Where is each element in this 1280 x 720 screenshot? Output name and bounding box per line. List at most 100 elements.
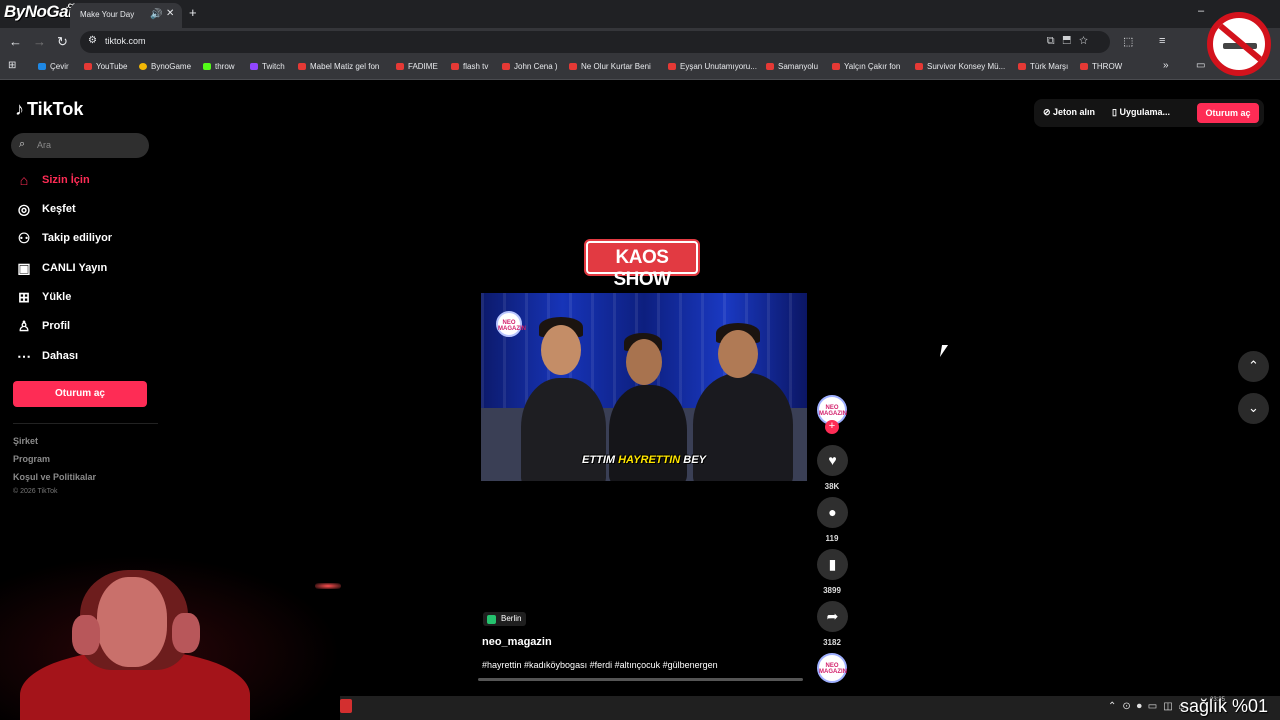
get-app-button[interactable]: ▯ Uygulama... (1112, 107, 1170, 118)
get-coins-button[interactable]: ⊘ Jeton alın (1043, 107, 1095, 118)
bookmark-item[interactable]: YouTube (84, 62, 127, 71)
bookmark-item[interactable]: flash tv (451, 62, 488, 71)
compass-icon: ◎ (17, 201, 31, 217)
browser-toolbar: ← → ↻ ⚙ tiktok.com ⧉⬒☆ ⬚ ≡ (0, 28, 1280, 56)
bookmark-item[interactable]: Türk Marşı (1018, 62, 1068, 71)
bookmark-label: Çevir (50, 62, 69, 71)
bookmark-label: Samanyolu (778, 62, 819, 71)
sidebar-item[interactable]: ⌂ Sizin İçin (15, 171, 145, 191)
close-tab-icon[interactable]: ✕ (166, 8, 174, 19)
bookmark-item[interactable]: Eyşan Unutamıyoru... (668, 62, 757, 71)
sidebar-item[interactable]: ⋯ Dahası (15, 347, 145, 367)
bookmark-favicon-icon (250, 63, 258, 70)
sidebar-item-label: Yükle (42, 291, 72, 303)
more-bookmarks-icon[interactable]: » (1163, 60, 1169, 71)
browser-tab-bar: ByNoGame.com Make Your Day 🔊 ✕ + – (0, 0, 1280, 28)
bookmark-item[interactable]: Mabel Matiz gel fon (298, 62, 379, 71)
footer-link-company[interactable]: Şirket (13, 436, 38, 446)
bookmark-item[interactable]: Twitch (250, 62, 285, 71)
following-icon: ⚇ (17, 230, 31, 246)
video-player[interactable]: NEO MAGAZIN ETTIM HAYRETTIN BEY (481, 293, 807, 481)
heart-icon: ♥ (828, 452, 837, 468)
bookmark-label: Survivor Konsey Mü... (927, 62, 1006, 71)
bookmark-item[interactable]: Samanyolu (766, 62, 818, 71)
top-actions: ⊘ Jeton alın ▯ Uygulama... Oturum aç (1034, 99, 1264, 127)
like-button[interactable]: ♥ (817, 445, 848, 476)
video-progress-bar[interactable] (478, 678, 803, 681)
tiktok-logo[interactable]: ♪ TikTok (15, 99, 83, 120)
follow-plus-icon[interactable]: + (825, 420, 839, 434)
bookmark-item[interactable]: Yalçın Çakır fon (832, 62, 900, 71)
comment-button[interactable]: ● (817, 497, 848, 528)
share-button[interactable]: ➦ (817, 601, 848, 632)
bookmark-item[interactable]: Survivor Konsey Mü... (915, 62, 1005, 71)
bookmark-item[interactable]: BynoGame (139, 62, 191, 71)
footer-link-program[interactable]: Program (13, 454, 50, 464)
bookmark-label: Twitch (262, 62, 285, 71)
taskbar-app-icon[interactable] (340, 699, 352, 713)
forward-icon[interactable]: → (33, 34, 46, 49)
sidebar-item-label: Takip ediliyor (42, 232, 113, 244)
bookmark-label: Yalçın Çakır fon (844, 62, 901, 71)
share-count: 3182 (823, 638, 841, 647)
bookmark-label: Eyşan Unutamıyoru... (680, 62, 757, 71)
sidebar-item[interactable]: ▣ CANLI Yayın (15, 259, 145, 279)
address-bar[interactable]: ⚙ tiktok.com ⧉⬒☆ (80, 31, 1110, 53)
tiktok-note-icon: ♪ (15, 99, 24, 119)
omnibox-actions[interactable]: ⧉⬒☆ (1047, 35, 1096, 48)
folder-icon[interactable]: ▭ (1196, 60, 1205, 71)
previous-video-button[interactable]: ⌃ (1238, 351, 1269, 382)
video-description[interactable]: #hayrettin #kadıköybogası #ferdi #altınç… (482, 660, 718, 670)
extensions-icon[interactable]: ⬚ (1123, 35, 1133, 48)
next-video-button[interactable]: ⌄ (1238, 393, 1269, 424)
sidebar-item[interactable]: ⊞ Yükle (15, 288, 145, 308)
location-icon (487, 615, 496, 624)
sound-avatar[interactable]: NEO MAGAZIN (817, 653, 847, 683)
avatar-text: NEO MAGAZIN (819, 405, 847, 417)
system-tray[interactable]: ⌃⊙⏺▭◫⌂ (1108, 701, 1191, 712)
bookmark-item[interactable]: throw (203, 62, 235, 71)
footer-link-terms[interactable]: Koşul ve Politikalar (13, 472, 96, 482)
sidebar-item[interactable]: ◎ Keşfet (15, 200, 145, 220)
bookmark-item[interactable]: John Cena ) (502, 62, 558, 71)
bookmark-item[interactable]: THROW (1080, 62, 1122, 71)
bookmark-favicon-icon (451, 63, 459, 70)
save-button[interactable]: ▮ (817, 549, 848, 580)
sidebar-item[interactable]: ⚇ Takip ediliyor (15, 229, 145, 249)
sidebar-item[interactable]: ♙ Profil (15, 317, 145, 337)
new-tab-button[interactable]: + (189, 5, 197, 20)
reload-icon[interactable]: ↻ (57, 34, 68, 50)
search-placeholder: Ara (37, 140, 52, 150)
bookmark-item[interactable]: Çevir (38, 62, 69, 71)
sidebar-item-label: Sizin İçin (42, 174, 90, 186)
site-info-icon[interactable]: ⚙ (88, 35, 97, 46)
sidebar-item-label: Profil (42, 320, 71, 332)
speaker-icon[interactable]: 🔊 (150, 9, 162, 20)
sidebar-login-button[interactable]: Oturum aç (13, 381, 147, 407)
bookmark-favicon-icon (915, 63, 923, 70)
apps-icon[interactable]: ⊞ (8, 60, 16, 71)
back-icon[interactable]: ← (9, 34, 22, 49)
video-author[interactable]: neo_magazin (482, 636, 552, 648)
bookmark-label: Ne Olur Kurtar Beni (581, 62, 651, 71)
search-input[interactable]: ⌕ Ara (11, 133, 149, 158)
share-icon: ➦ (826, 608, 839, 624)
bookmark-favicon-icon (832, 63, 840, 70)
tab-title: Make Your Day (80, 10, 135, 19)
bookmark-item[interactable]: FADIME (396, 62, 438, 71)
bookmark-label: FADIME (408, 62, 438, 71)
bookmark-item[interactable]: Ne Olur Kurtar Beni (569, 62, 651, 71)
kaos-show-banner: KAOS SHOW (586, 241, 698, 290)
media-icon[interactable]: ≡ (1159, 35, 1165, 47)
video-caption: ETTIM HAYRETTIN BEY (582, 454, 706, 466)
coin-icon: ⊘ (1043, 107, 1054, 117)
bookmark-favicon-icon (1018, 63, 1026, 70)
browser-tab[interactable]: Make Your Day 🔊 ✕ (70, 3, 182, 28)
no-smoking-icon (1207, 12, 1271, 76)
location-badge[interactable]: Berlin (483, 612, 527, 626)
bookmark-label: throw (215, 62, 235, 71)
bookmark-favicon-icon (203, 63, 211, 70)
minimize-icon[interactable]: – (1198, 5, 1204, 17)
header-login-button[interactable]: Oturum aç (1197, 103, 1259, 123)
bookmark-favicon-icon (502, 63, 510, 70)
